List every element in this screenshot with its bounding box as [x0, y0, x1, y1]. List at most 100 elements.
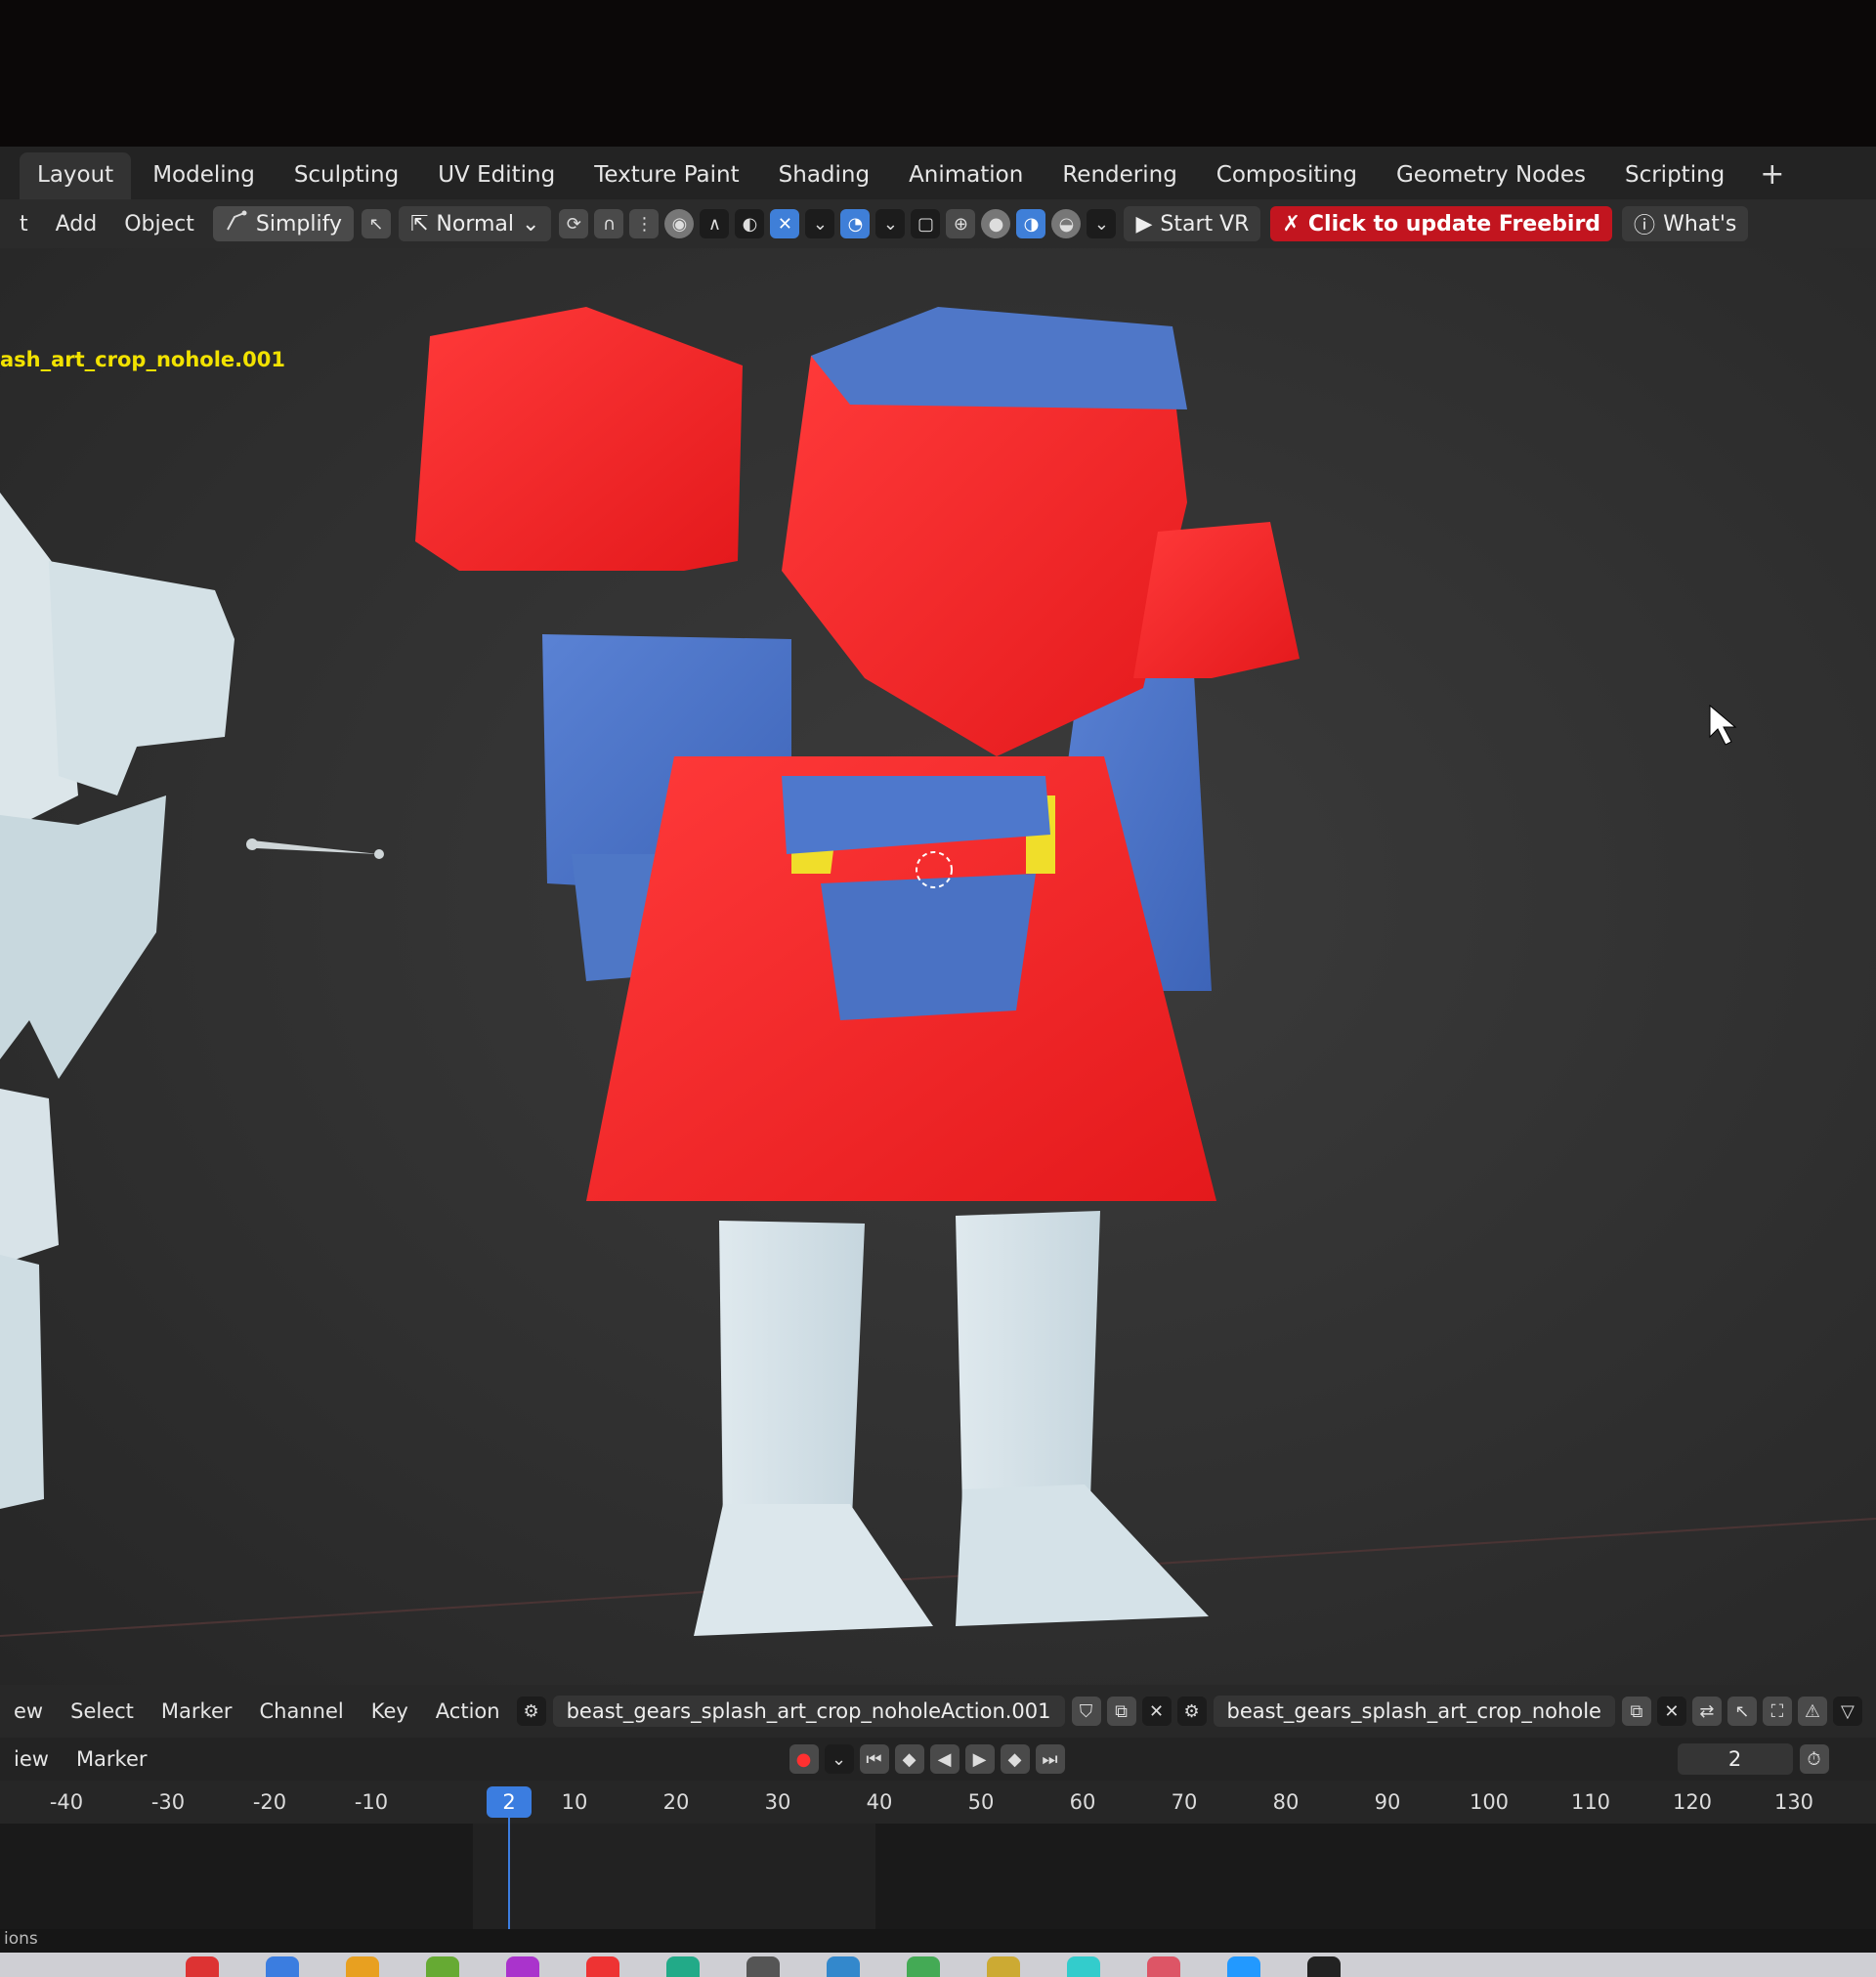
chevron-down-icon[interactable]: ⌄: [824, 1744, 854, 1774]
keyframe-area[interactable]: [0, 1824, 1876, 1929]
simplify-button[interactable]: Simplify: [212, 206, 354, 241]
dock-app-icon[interactable]: [746, 1956, 780, 1977]
play-reverse-icon[interactable]: ◀: [929, 1744, 959, 1774]
dock-app-icon[interactable]: [346, 1956, 379, 1977]
tab-sculpting[interactable]: Sculpting: [277, 162, 416, 199]
chevron-down-icon[interactable]: ⌄: [1087, 209, 1117, 238]
tab-rendering[interactable]: Rendering: [1045, 162, 1194, 199]
curve-pen-icon: [225, 209, 248, 238]
solid-shading-icon[interactable]: ●: [981, 209, 1011, 238]
dock-app-icon[interactable]: [1307, 1956, 1341, 1977]
menu-add[interactable]: Add: [42, 212, 111, 236]
cursor-arrow-icon[interactable]: ↖: [361, 209, 391, 238]
stopwatch-icon[interactable]: ⏱: [1799, 1744, 1829, 1774]
wireframe-shading-icon[interactable]: ⊕: [946, 209, 976, 238]
menu-view[interactable]: ew: [0, 1699, 57, 1723]
dock-app-icon[interactable]: [426, 1956, 459, 1977]
tab-uv-editing[interactable]: UV Editing: [420, 162, 573, 199]
frame-tick-label: 110: [1570, 1790, 1611, 1814]
menu-key[interactable]: Key: [358, 1699, 422, 1723]
add-workspace-button[interactable]: +: [1746, 157, 1798, 199]
object-name-field[interactable]: beast_gears_splash_art_crop_nohole: [1213, 1696, 1615, 1727]
gizmo-toggle-icon[interactable]: ✕: [770, 209, 800, 238]
dock-app-icon[interactable]: [1227, 1956, 1260, 1977]
filter-funnel-icon[interactable]: ▽: [1832, 1697, 1862, 1726]
copy-icon[interactable]: ⧉: [1621, 1697, 1651, 1726]
menu-object[interactable]: Object: [110, 212, 208, 236]
dock-app-icon[interactable]: [907, 1956, 940, 1977]
menu-view-2[interactable]: iew: [0, 1747, 63, 1771]
jump-start-icon[interactable]: ⏮: [859, 1744, 889, 1774]
xray-toggle-icon[interactable]: ▢: [911, 209, 941, 238]
tab-texture-paint[interactable]: Texture Paint: [576, 162, 756, 199]
frame-tick-label: -20: [252, 1790, 287, 1814]
menu-marker-2[interactable]: Marker: [63, 1747, 161, 1771]
filter-swap-icon[interactable]: ⇄: [1691, 1697, 1722, 1726]
dock-app-icon[interactable]: [586, 1956, 619, 1977]
menu-marker[interactable]: Marker: [148, 1699, 246, 1723]
tab-modeling[interactable]: Modeling: [135, 162, 273, 199]
menu-channel[interactable]: Channel: [246, 1699, 358, 1723]
tab-layout[interactable]: Layout: [20, 152, 132, 199]
tab-scripting[interactable]: Scripting: [1607, 162, 1742, 199]
dock-app-icon[interactable]: [1147, 1956, 1180, 1977]
mode-label: Normal: [436, 211, 515, 236]
chevron-down-icon[interactable]: ⌄: [805, 209, 835, 238]
current-frame-indicator[interactable]: 2: [487, 1786, 532, 1818]
dock-app-icon[interactable]: [1067, 1956, 1100, 1977]
material-preview-icon[interactable]: ◑: [1016, 209, 1046, 238]
next-keyframe-icon[interactable]: ◆: [1000, 1744, 1030, 1774]
close-icon[interactable]: ✕: [1656, 1697, 1686, 1726]
frame-range-highlight: [473, 1824, 875, 1929]
frame-ruler[interactable]: -40 -30 -20 -10 10 20 30 40 50 60 70 80 90 100 110 120 1…: [0, 1781, 1876, 1824]
falloff-curve-icon[interactable]: ∧: [700, 209, 730, 238]
record-icon[interactable]: ●: [789, 1744, 819, 1774]
fake-user-shield-icon[interactable]: ⛉: [1071, 1697, 1101, 1726]
dock-app-icon[interactable]: [266, 1956, 299, 1977]
dock-app-icon[interactable]: [987, 1956, 1020, 1977]
chevron-down-icon: ⌄: [522, 211, 540, 236]
show-hidden-icon[interactable]: ⛶: [1762, 1697, 1792, 1726]
only-selected-icon[interactable]: ↖: [1727, 1697, 1757, 1726]
whats-new-button[interactable]: ⓘ What's: [1622, 206, 1749, 241]
transform-orientation-icon: ⇱: [409, 211, 429, 236]
pivot-link-icon[interactable]: ⟳: [559, 209, 589, 238]
action-browse-icon[interactable]: ⚙: [516, 1697, 546, 1726]
frame-tick-label: 90: [1374, 1790, 1401, 1814]
jump-end-icon[interactable]: ⏭: [1035, 1744, 1065, 1774]
dock-app-icon[interactable]: [506, 1956, 539, 1977]
monitor-bezel: [0, 0, 1876, 147]
tab-animation[interactable]: Animation: [891, 162, 1041, 199]
frame-tick-label: 10: [561, 1790, 588, 1814]
play-icon[interactable]: ▶: [964, 1744, 995, 1774]
prev-keyframe-icon[interactable]: ◆: [894, 1744, 924, 1774]
overlay-toggle-icon[interactable]: ◔: [840, 209, 871, 238]
menu-select[interactable]: Select: [57, 1699, 148, 1723]
red-blue-robot: [415, 307, 1300, 1636]
help-icon: ⓘ: [1634, 214, 1656, 238]
chevron-down-icon[interactable]: ⌄: [875, 209, 906, 238]
unlink-close-icon[interactable]: ✕: [1141, 1697, 1172, 1726]
warning-icon[interactable]: ⚠: [1797, 1697, 1827, 1726]
dock-app-icon[interactable]: [186, 1956, 219, 1977]
tab-geometry-nodes[interactable]: Geometry Nodes: [1379, 162, 1603, 199]
rendered-shading-icon[interactable]: ◒: [1051, 209, 1082, 238]
snap-magnet-icon[interactable]: ∩: [594, 209, 624, 238]
tab-compositing[interactable]: Compositing: [1199, 162, 1375, 199]
action-name-field[interactable]: beast_gears_splash_art_crop_noholeAction…: [552, 1696, 1065, 1727]
tab-shading[interactable]: Shading: [761, 162, 887, 199]
dock-app-icon[interactable]: [666, 1956, 700, 1977]
3d-viewport[interactable]: ash_art_crop_nohole.001: [0, 248, 1876, 1685]
snap-increment-icon[interactable]: ⋮: [629, 209, 660, 238]
dock-app-icon[interactable]: [827, 1956, 860, 1977]
mode-dropdown[interactable]: ⇱ Normal ⌄: [398, 206, 552, 241]
start-vr-button[interactable]: ▶ Start VR: [1124, 206, 1261, 241]
menu-action[interactable]: Action: [422, 1699, 514, 1723]
proportional-edit-icon[interactable]: ◉: [664, 209, 695, 238]
object-browse-icon[interactable]: ⚙: [1176, 1697, 1207, 1726]
menu-select[interactable]: t: [6, 212, 42, 236]
update-freebird-button[interactable]: ✗ Click to update Freebird: [1270, 206, 1613, 241]
visibility-eye-icon[interactable]: ◐: [735, 209, 765, 238]
duplicate-action-icon[interactable]: ⧉: [1106, 1697, 1136, 1726]
current-frame-field[interactable]: 2: [1677, 1743, 1793, 1775]
